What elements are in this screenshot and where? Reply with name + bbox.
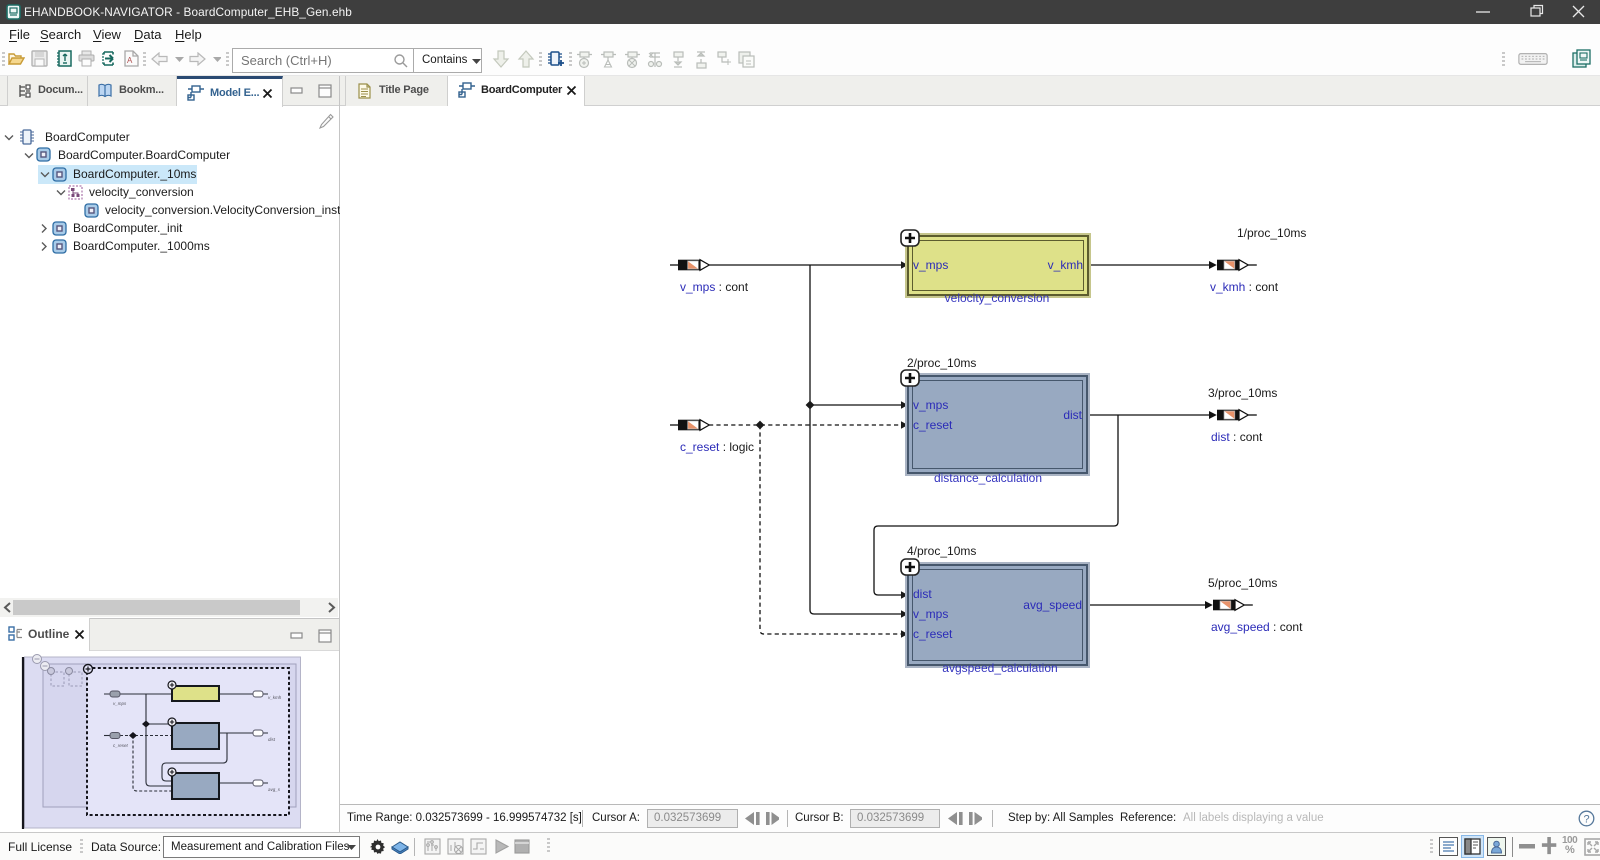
svg-text:v_kmh : cont: v_kmh : cont <box>1210 280 1279 294</box>
svg-text:v_kmh: v_kmh <box>268 695 282 700</box>
svg-text:velocity_conversion: velocity_conversion <box>945 291 1050 305</box>
svg-text:v_mps: v_mps <box>913 607 948 621</box>
svg-text:avgspeed_calculation: avgspeed_calculation <box>942 661 1057 675</box>
svg-text:v_mps : cont: v_mps : cont <box>680 280 749 294</box>
svg-text:v_mps: v_mps <box>913 398 948 412</box>
svg-text:A: A <box>127 56 133 65</box>
svg-text:1/proc_10ms: 1/proc_10ms <box>1237 226 1306 240</box>
svg-text:c_reset: c_reset <box>913 418 953 432</box>
svg-text:v_mps: v_mps <box>113 701 127 706</box>
svg-text:dist: dist <box>913 587 932 601</box>
svg-text:dist: dist <box>1063 408 1082 422</box>
svg-text:dist : cont: dist : cont <box>1211 430 1263 444</box>
svg-text:dist: dist <box>268 737 276 742</box>
svg-text:distance_calculation: distance_calculation <box>934 471 1042 485</box>
svg-text:avg_speed: avg_speed <box>1023 598 1082 612</box>
svg-text:avg_speed : cont: avg_speed : cont <box>1211 620 1303 634</box>
svg-text:?: ? <box>1583 814 1589 826</box>
svg-text:3/proc_10ms: 3/proc_10ms <box>1208 386 1277 400</box>
svg-text:4/proc_10ms: 4/proc_10ms <box>907 544 976 558</box>
svg-text:c_reset: c_reset <box>113 743 129 748</box>
svg-text:5/proc_10ms: 5/proc_10ms <box>1208 576 1277 590</box>
svg-text:c_reset: c_reset <box>913 627 953 641</box>
svg-text:avg_s: avg_s <box>268 787 281 792</box>
svg-text:v_kmh: v_kmh <box>1048 258 1083 272</box>
svg-text:c_reset : logic: c_reset : logic <box>680 440 754 454</box>
svg-text:v_mps: v_mps <box>913 258 948 272</box>
svg-text:2/proc_10ms: 2/proc_10ms <box>907 356 976 370</box>
